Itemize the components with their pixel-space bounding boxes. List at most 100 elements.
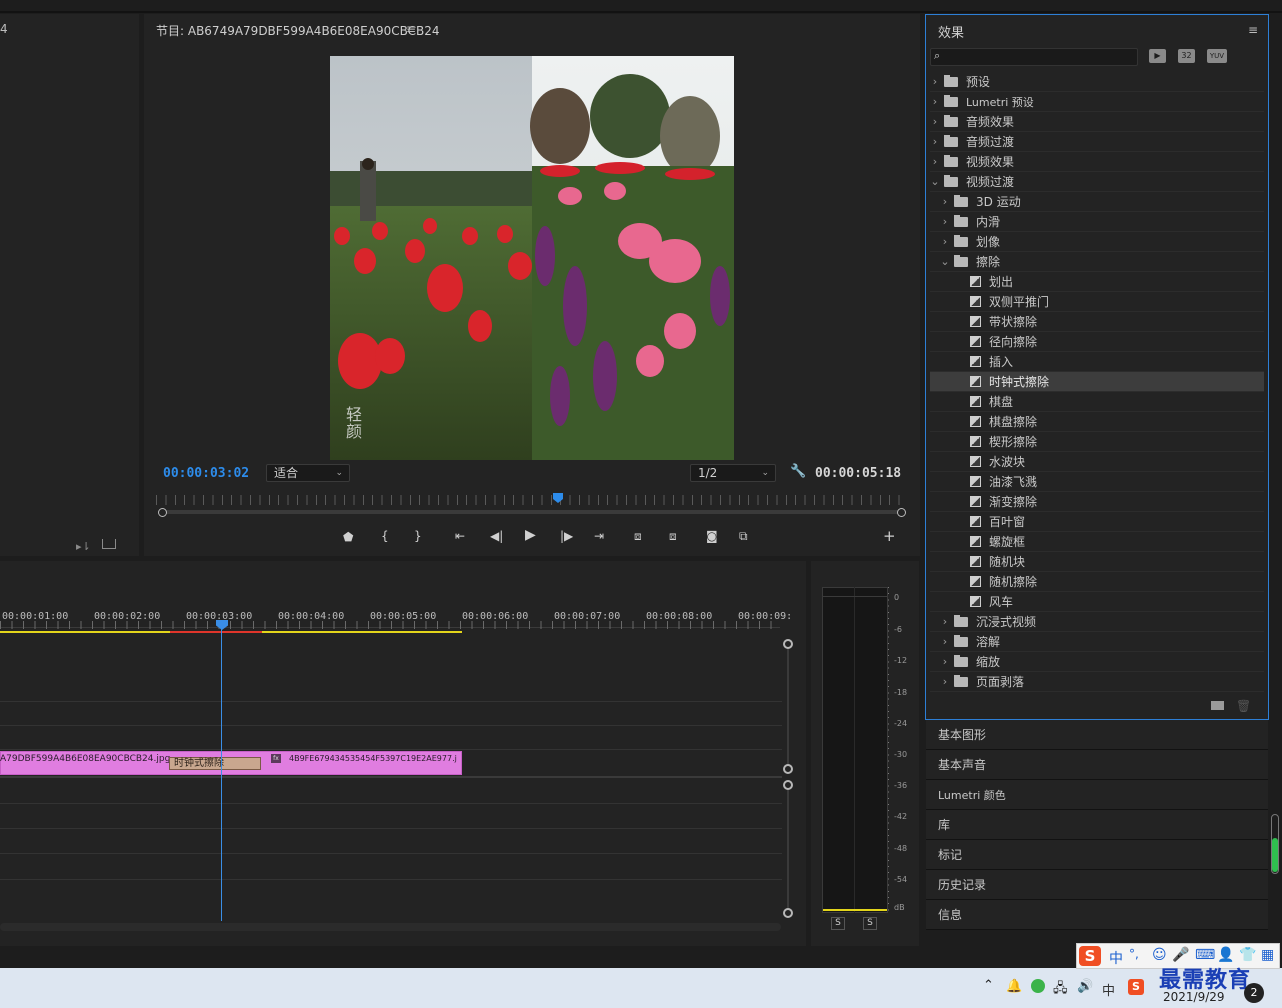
effects-tree-item[interactable]: › Lumetri 预设 — [930, 92, 1264, 112]
step-forward-icon[interactable]: |▶ — [560, 529, 573, 543]
solo-button-left[interactable]: S — [831, 917, 845, 930]
effects-tree-item[interactable]: 螺旋框 — [930, 532, 1264, 552]
panel-essential-graphics[interactable]: 基本图形 — [926, 720, 1268, 750]
chevron-right-icon[interactable]: › — [930, 75, 940, 88]
horizontal-scrollbar[interactable] — [0, 923, 781, 931]
fit-dropdown[interactable]: 适合 ⌄ — [266, 464, 350, 482]
notification-bell-icon[interactable]: 🔔 — [1006, 979, 1022, 994]
effects-tree-item[interactable]: › 内滑 — [930, 212, 1264, 232]
go-to-in-icon[interactable]: ⇤ — [455, 529, 465, 543]
mark-out-icon[interactable]: } — [414, 529, 422, 543]
chevron-right-icon[interactable]: › — [930, 135, 940, 148]
emoji-icon[interactable]: ☺ — [1152, 947, 1167, 963]
grid-icon[interactable]: ▦ — [1261, 947, 1274, 963]
effects-tree-item[interactable]: › 划像 — [930, 232, 1264, 252]
effects-tree-item[interactable]: 双侧平推门 — [930, 292, 1264, 312]
step-back-icon[interactable]: ◀| — [490, 529, 503, 543]
effects-tree-item[interactable]: › 3D 运动 — [930, 192, 1264, 212]
panel-essential-sound[interactable]: 基本声音 — [926, 750, 1268, 780]
chevron-right-icon[interactable]: › — [940, 615, 950, 628]
panel-menu-icon[interactable]: ≡ — [1248, 23, 1258, 37]
chevron-right-icon[interactable]: › — [930, 95, 940, 108]
solo-button-right[interactable]: S — [863, 917, 877, 930]
panel-menu-icon[interactable]: ≡ — [406, 22, 416, 36]
accelerated-effects-icon[interactable]: ▶ — [1149, 49, 1166, 63]
yuv-effects-icon[interactable]: YUV — [1207, 49, 1227, 63]
sogou-tray-icon[interactable]: S — [1128, 979, 1144, 995]
ruler-ticks[interactable] — [0, 621, 780, 629]
go-to-out-icon[interactable]: ⇥ — [594, 529, 604, 543]
scroll-handle[interactable] — [783, 780, 793, 790]
effects-tree-item[interactable]: › 视频效果 — [930, 152, 1264, 172]
chevron-right-icon[interactable]: › — [940, 235, 950, 248]
vertical-scrollbar[interactable] — [787, 649, 789, 764]
effects-tree-item[interactable]: 风车 — [930, 592, 1264, 612]
effects-tree-item[interactable]: › 音频效果 — [930, 112, 1264, 132]
panel-markers[interactable]: 标记 — [926, 840, 1268, 870]
new-bin-icon[interactable] — [1211, 701, 1224, 710]
effects-tree-item[interactable]: › 页面剥落 — [930, 672, 1264, 692]
effects-tree-item[interactable]: › 预设 — [930, 72, 1264, 92]
chevron-right-icon[interactable]: › — [930, 155, 940, 168]
effects-tree-item[interactable]: 径向擦除 — [930, 332, 1264, 352]
effects-tree-item[interactable]: 带状擦除 — [930, 312, 1264, 332]
effects-search-input[interactable]: ⌕ — [930, 48, 1138, 66]
scroll-handle[interactable] — [783, 764, 793, 774]
input-language[interactable]: 中 — [1102, 980, 1115, 999]
zoom-handle-left[interactable] — [158, 508, 167, 517]
side-scrollbar-thumb[interactable] — [1272, 838, 1278, 872]
user-icon[interactable]: 👤 — [1217, 947, 1234, 963]
notification-badge[interactable]: 2 — [1244, 983, 1264, 1003]
mark-in-icon[interactable]: { — [381, 529, 389, 543]
effects-tree-item[interactable]: 插入 — [930, 352, 1264, 372]
effects-tree-item[interactable]: › 音频过渡 — [930, 132, 1264, 152]
32bit-effects-icon[interactable]: 32 — [1178, 49, 1195, 63]
volume-icon[interactable]: 🔊 — [1077, 979, 1093, 994]
extract-icon[interactable]: ⧈ — [669, 529, 677, 543]
effects-tree-item[interactable]: 棋盘 — [930, 392, 1264, 412]
chevron-right-icon[interactable]: › — [940, 195, 950, 208]
transition-clip[interactable]: 时钟式擦除 — [169, 757, 261, 770]
compare-icon[interactable]: ⧉ — [739, 529, 748, 543]
wrench-icon[interactable]: 🔧 — [790, 464, 806, 479]
chevron-down-icon[interactable]: ⌄ — [930, 175, 940, 188]
play-icon[interactable]: ▶ — [525, 528, 536, 542]
zoom-handle-right[interactable] — [897, 508, 906, 517]
effects-tree-item[interactable]: 随机块 — [930, 552, 1264, 572]
effects-tree-item[interactable]: 划出 — [930, 272, 1264, 292]
program-ruler[interactable] — [156, 495, 906, 505]
lift-icon[interactable]: ⧈ — [634, 529, 642, 543]
effects-tree-item[interactable]: ⌄ 擦除 — [930, 252, 1264, 272]
chevron-right-icon[interactable]: › — [940, 215, 950, 228]
chevron-right-icon[interactable]: › — [940, 675, 950, 688]
export-frame-icon[interactable] — [102, 539, 116, 549]
panel-lumetri-color[interactable]: Lumetri 颜色 — [926, 780, 1268, 810]
chevron-right-icon[interactable]: › — [930, 115, 940, 128]
current-timecode[interactable]: 00:00:03:02 — [163, 466, 249, 481]
effects-tree-item[interactable]: 楔形擦除 — [930, 432, 1264, 452]
overwrite-icon[interactable]: ▸⇂ — [76, 540, 91, 553]
effects-tree-item[interactable]: 油漆飞溅 — [930, 472, 1264, 492]
keyboard-icon[interactable]: ⌨ — [1195, 947, 1215, 963]
panel-info[interactable]: 信息 — [926, 900, 1268, 930]
effects-tree-item[interactable]: 棋盘擦除 — [930, 412, 1264, 432]
effects-tree-item[interactable]: 渐变擦除 — [930, 492, 1264, 512]
green-app-icon[interactable] — [1031, 979, 1045, 993]
zoom-scrollbar[interactable] — [162, 510, 902, 514]
camera-icon[interactable]: ◙ — [706, 529, 718, 543]
microphone-icon[interactable]: 🎤 — [1172, 947, 1189, 963]
effects-tree-item[interactable]: › 溶解 — [930, 632, 1264, 652]
chevron-right-icon[interactable]: › — [940, 635, 950, 648]
marker-icon[interactable]: ⬟ — [343, 530, 353, 544]
panel-history[interactable]: 历史记录 — [926, 870, 1268, 900]
chevron-down-icon[interactable]: ⌄ — [940, 255, 950, 268]
panel-libraries[interactable]: 库 — [926, 810, 1268, 840]
ime-punctuation[interactable]: °, — [1129, 947, 1139, 961]
skin-icon[interactable]: 👕 — [1239, 947, 1256, 963]
resolution-dropdown[interactable]: 1/2 ⌄ — [690, 464, 776, 482]
sogou-icon[interactable]: S — [1079, 946, 1101, 966]
effects-tree-item[interactable]: 时钟式擦除 — [930, 372, 1264, 392]
chevron-right-icon[interactable]: › — [940, 655, 950, 668]
vertical-scrollbar[interactable] — [787, 790, 789, 908]
effects-tree-item[interactable]: 随机擦除 — [930, 572, 1264, 592]
